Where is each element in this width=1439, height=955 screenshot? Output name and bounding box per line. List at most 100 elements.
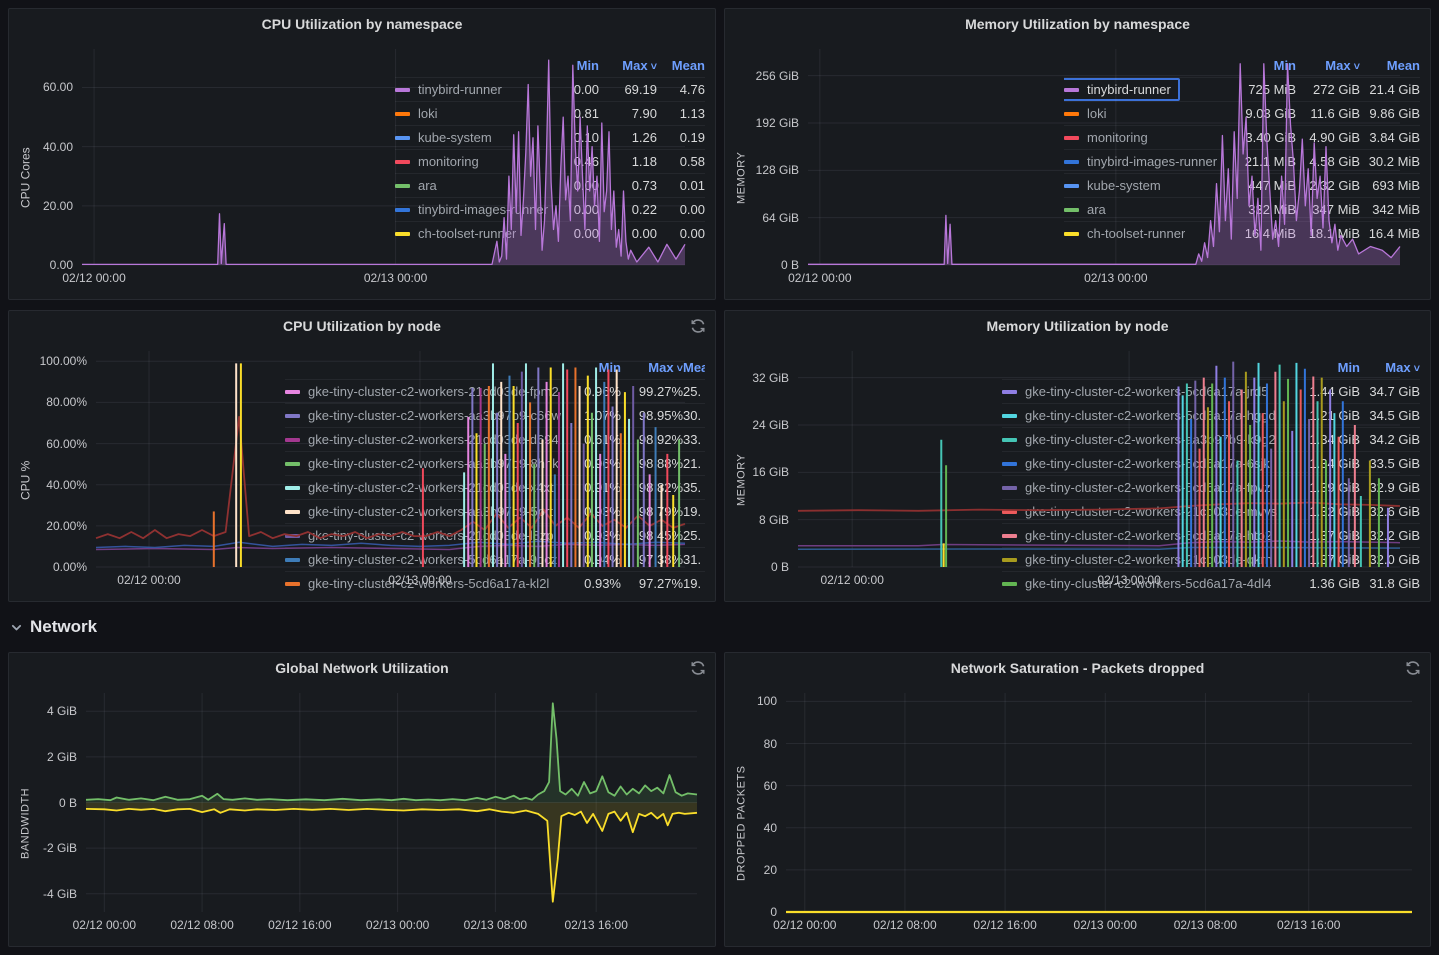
chart-plot[interactable] [82, 49, 685, 265]
x-tick-label: 02/13 08:00 [1159, 918, 1251, 932]
panel-header[interactable]: CPU Utilization by namespace [9, 9, 715, 39]
legend-row[interactable]: gke-tiny-cluster-c2-workers-5cd6a17a-4dl… [1002, 571, 1420, 593]
x-tick-label: 02/13 00:00 [1059, 918, 1151, 932]
legend-row[interactable]: gke-tiny-cluster-c2-workers-5cd6a17a-kl2… [285, 571, 705, 593]
x-tick-label: 02/13 16:00 [550, 918, 642, 932]
y-tick-label: 100 [750, 693, 777, 709]
x-tick-label: 02/12 00:00 [759, 918, 851, 932]
chart-network-saturation[interactable]: DROPPED PACKETS02040608010002/12 00:0002… [733, 685, 1422, 938]
y-axis-label: CPU Cores [17, 41, 34, 291]
y-tick-label: 2 GiB [34, 749, 77, 765]
y-tick-label: 0 B [34, 795, 77, 811]
y-tick-label: -2 GiB [34, 840, 77, 856]
y-tick-label: 80 [750, 736, 777, 752]
y-axis-label: MEMORY [733, 343, 750, 593]
y-tick-label: 16 GiB [750, 464, 789, 480]
legend-header-mean[interactable]: Mean [683, 360, 705, 375]
panel-header[interactable]: Network Saturation - Packets dropped [725, 653, 1430, 683]
series-inbound [86, 703, 697, 802]
plot-area[interactable]: -4 GiB -2 GiB 0 B 2 GiB 4 GiB 02/12 00:00 02/1… [34, 685, 707, 938]
panel-title[interactable]: Memory Utilization by node [986, 318, 1168, 334]
x-tick-label: 02/13 00:00 [350, 271, 442, 285]
y-tick-label: 128 GiB [750, 162, 799, 178]
legend-value: 19. [683, 504, 705, 519]
x-tick-label: 02/12 16:00 [959, 918, 1051, 932]
y-tick-label: 20.00% [34, 518, 87, 534]
plot-area[interactable]: 0.0020.0040.0060.0002/12 00:0002/13 00:0… [34, 41, 385, 291]
panel-title[interactable]: Memory Utilization by namespace [965, 16, 1190, 32]
panel-memory-by-namespace: Memory Utilization by namespace MEMORY0 … [724, 8, 1431, 300]
refresh-icon[interactable] [690, 318, 706, 334]
chart-plot[interactable] [808, 49, 1400, 265]
chart-cpu-by-namespace[interactable]: CPU Cores0.0020.0040.0060.0002/12 00:000… [17, 41, 385, 291]
y-axis-label: MEMORY [733, 41, 750, 291]
panel-header[interactable]: Memory Utilization by node [725, 311, 1430, 341]
series-color-swatch [1002, 582, 1017, 586]
y-tick-label: 64 GiB [750, 210, 799, 226]
legend-value: 33. [683, 432, 705, 447]
grid-lines [786, 693, 1412, 912]
grafana-dashboard: CPU Utilization by namespace CPU Cores0.… [0, 0, 1439, 955]
y-axis-label: CPU % [17, 343, 34, 593]
panel-header[interactable]: Global Network Utilization [9, 653, 715, 683]
legend-value: 30. [683, 408, 705, 423]
panel-title[interactable]: CPU Utilization by namespace [262, 16, 463, 32]
legend-value: 1.36 GiB [1300, 576, 1360, 591]
series-outbound [86, 803, 697, 902]
y-tick-label: 60.00% [34, 436, 87, 452]
legend-value: 19. [683, 576, 705, 591]
y-tick-label: 60.00 [34, 79, 73, 95]
panel-header[interactable]: Memory Utilization by namespace [725, 9, 1430, 39]
panel-header[interactable]: CPU Utilization by node [9, 311, 715, 341]
y-tick-label: 0 B [750, 559, 789, 575]
y-tick-label: 32 GiB [750, 370, 789, 386]
y-tick-label: 24 GiB [750, 417, 789, 433]
x-tick-label: 02/12 00:00 [774, 271, 866, 285]
section-label: Network [30, 617, 97, 637]
series-node-spikes [214, 363, 679, 567]
refresh-icon[interactable] [1405, 660, 1421, 676]
y-tick-label: 192 GiB [750, 115, 799, 131]
panel-title[interactable]: Network Saturation - Packets dropped [951, 660, 1205, 676]
legend-value: 31. [683, 552, 705, 567]
x-tick-label: 02/12 00:00 [58, 918, 150, 932]
legend-value: 35. [683, 480, 705, 495]
panel-title[interactable]: Global Network Utilization [275, 660, 448, 676]
legend-value: 25. [683, 384, 705, 399]
y-tick-label: 20.00 [34, 198, 73, 214]
y-tick-label: 256 GiB [750, 68, 799, 84]
panel-title[interactable]: CPU Utilization by node [283, 318, 441, 334]
x-tick-label: 02/12 08:00 [156, 918, 248, 932]
x-tick-label: 02/12 00:00 [103, 573, 195, 587]
legend-value: 21. [683, 456, 705, 471]
series-node-spikes [941, 362, 1388, 567]
chart-memory-by-namespace[interactable]: MEMORY0 B64 GiB128 GiB192 GiB256 GiB02/1… [733, 41, 1054, 291]
y-tick-label: -4 GiB [34, 886, 77, 902]
legend-value: 31.8 GiB [1360, 576, 1420, 591]
chart-memory-by-node[interactable]: MEMORY0 B8 GiB16 GiB24 GiB32 GiB02/12 00… [733, 343, 992, 593]
chart-plot[interactable] [86, 693, 697, 912]
chart-plot[interactable] [786, 693, 1412, 912]
y-axis-label: DROPPED PACKETS [733, 685, 750, 938]
chevron-down-icon [10, 621, 23, 634]
section-header-network[interactable]: Network [10, 617, 97, 637]
chart-global-network-utilization[interactable]: BANDWIDTH-4 GiB-2 GiB0 B2 GiB4 GiB02/12 … [17, 685, 707, 938]
y-tick-label: 60 [750, 778, 777, 794]
y-tick-label: 100.00% [34, 353, 87, 369]
x-tick-label: 02/12 08:00 [859, 918, 951, 932]
plot-area[interactable]: 0 B64 GiB128 GiB192 GiB256 GiB02/12 00:0… [750, 41, 1054, 291]
y-tick-label: 80.00% [34, 394, 87, 410]
chart-cpu-by-node[interactable]: CPU %0.00%20.00%40.00%60.00%80.00%100.00… [17, 343, 275, 593]
plot-area[interactable]: 0 B8 GiB16 GiB24 GiB32 GiB02/12 00:0002/… [750, 343, 992, 593]
plot-area[interactable]: 0.00%20.00%40.00%60.00%80.00%100.00%02/1… [34, 343, 275, 593]
y-tick-label: 4 GiB [34, 703, 77, 719]
legend-value: 25. [683, 528, 705, 543]
x-tick-label: 02/13 08:00 [449, 918, 541, 932]
x-tick-label: 02/13 00:00 [1083, 573, 1175, 587]
chart-plot[interactable] [798, 351, 1400, 567]
plot-area[interactable]: 02040608010002/12 00:0002/12 08:0002/12 … [750, 685, 1422, 938]
chart-plot[interactable] [96, 351, 685, 567]
refresh-icon[interactable] [690, 660, 706, 676]
y-tick-label: 20 [750, 862, 777, 878]
x-tick-label: 02/13 00:00 [352, 918, 444, 932]
